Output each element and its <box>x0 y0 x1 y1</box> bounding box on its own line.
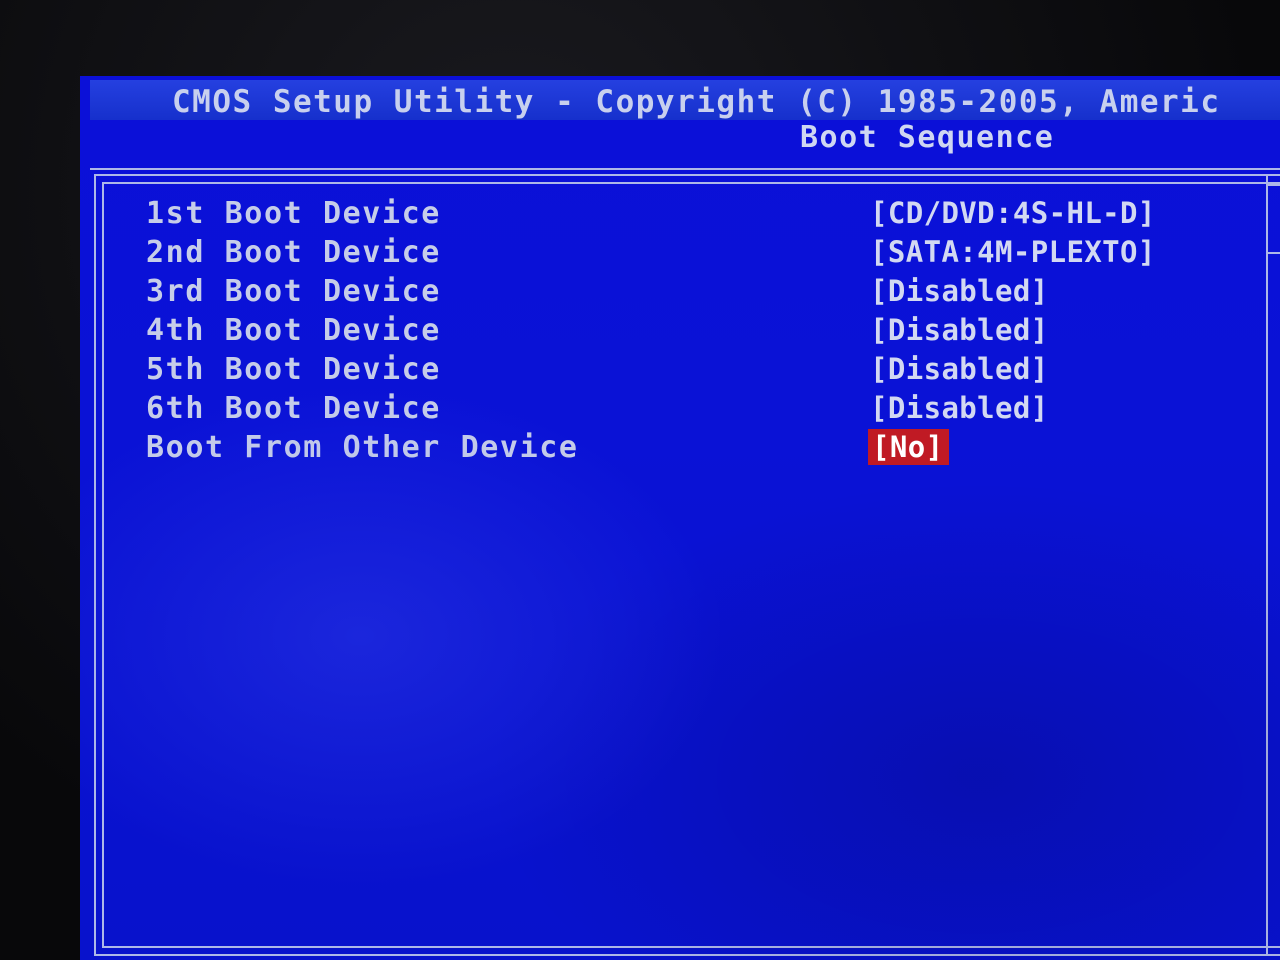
utility-title: CMOS Setup Utility - Copyright (C) 1985-… <box>172 84 1221 120</box>
boot-option-row[interactable]: 4th Boot Device [Disabled] <box>80 313 1260 351</box>
boot-option-value[interactable]: [Disabled] <box>870 313 1049 347</box>
help-panel-border-mid <box>1268 252 1280 254</box>
boot-option-label: 3rd Boot Device <box>146 274 441 309</box>
help-panel-border-top <box>1268 184 1280 186</box>
boot-option-label: 6th Boot Device <box>146 391 441 426</box>
boot-option-label: 1st Boot Device <box>146 196 441 231</box>
title-bar: CMOS Setup Utility - Copyright (C) 1985-… <box>90 80 1280 120</box>
boot-option-label: Boot From Other Device <box>146 430 579 465</box>
help-panel-divider <box>1266 176 1268 956</box>
boot-option-value[interactable]: [SATA:4M-PLEXTO] <box>870 235 1156 269</box>
boot-option-label: 5th Boot Device <box>146 352 441 387</box>
boot-option-value[interactable]: [Disabled] <box>870 352 1049 386</box>
boot-from-other-device-row[interactable]: Boot From Other Device [No] <box>80 429 1260 468</box>
section-title: Boot Sequence <box>800 120 1055 155</box>
boot-option-row[interactable]: 6th Boot Device [Disabled] <box>80 391 1260 429</box>
boot-option-value[interactable]: [Disabled] <box>870 391 1049 425</box>
bios-screen: CMOS Setup Utility - Copyright (C) 1985-… <box>80 76 1280 960</box>
boot-option-value[interactable]: [CD/DVD:4S-HL-D] <box>870 196 1156 230</box>
boot-option-row[interactable]: 1st Boot Device [CD/DVD:4S-HL-D] <box>80 196 1260 234</box>
boot-from-other-device-value[interactable]: [No] <box>868 429 950 465</box>
boot-option-row[interactable]: 3rd Boot Device [Disabled] <box>80 274 1260 312</box>
boot-option-label: 4th Boot Device <box>146 313 441 348</box>
boot-option-row[interactable]: 5th Boot Device [Disabled] <box>80 352 1260 390</box>
boot-option-value[interactable]: [Disabled] <box>870 274 1049 308</box>
boot-option-label: 2nd Boot Device <box>146 235 441 270</box>
header-divider <box>90 168 1280 170</box>
boot-option-row[interactable]: 2nd Boot Device [SATA:4M-PLEXTO] <box>80 235 1260 273</box>
